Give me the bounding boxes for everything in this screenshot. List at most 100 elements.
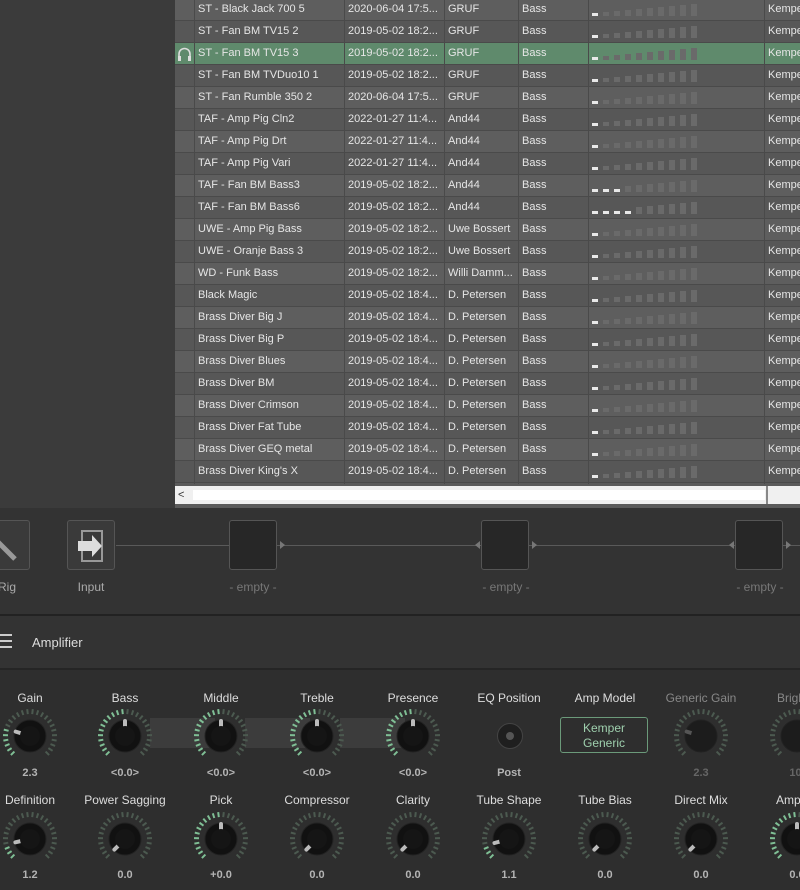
eq-position-toggle[interactable] [497,723,523,749]
table-row[interactable]: TAF - Fan BM Bass3 2019-05-02 18:2... And4… [175,175,800,197]
rating-cell[interactable] [588,109,764,130]
rating-cell[interactable] [588,21,764,42]
rig-browser-table[interactable]: ST - Black Jack 700 5 2020-06-04 17:5... G… [175,0,800,508]
rating-cell[interactable] [588,285,764,306]
preview-cell[interactable] [175,439,194,460]
preview-cell[interactable] [175,109,194,130]
rating-bars[interactable] [592,201,712,214]
rating-cell[interactable] [588,263,764,284]
table-row[interactable]: Brass Diver Big P 2019-05-02 18:4... D. Pe… [175,329,800,351]
preview-cell[interactable] [175,461,194,482]
preview-cell[interactable] [175,43,194,64]
table-row[interactable]: UWE - Amp Pig Bass 2019-05-02 18:2... Uwe … [175,219,800,241]
table-row-selected[interactable]: ST - Fan BM TV15 3 2019-05-02 18:2... GRUF… [175,43,800,65]
rating-bars[interactable] [592,443,712,456]
rating-cell[interactable] [588,0,764,20]
rating-cell[interactable] [588,417,764,438]
headphones-icon[interactable] [175,43,194,64]
rating-bars[interactable] [592,3,712,16]
rating-cell[interactable] [588,351,764,372]
table-row[interactable]: Brass Diver Fat Tube 2019-05-02 18:4... D.… [175,417,800,439]
knob-treble[interactable] [289,708,345,764]
knob-presence[interactable] [385,708,441,764]
scroll-left-icon[interactable]: < [178,488,190,502]
rating-bars[interactable] [592,179,712,192]
rating-cell[interactable] [588,461,764,482]
rating-bars[interactable] [592,47,712,60]
rating-bars[interactable] [592,333,712,346]
table-row[interactable]: Brass Diver BM 2019-05-02 18:4... D. Peter… [175,373,800,395]
preview-cell[interactable] [175,175,194,196]
knob-pick[interactable] [193,811,249,867]
preview-cell[interactable] [175,131,194,152]
rating-bars[interactable] [592,223,712,236]
table-row[interactable]: ST - Fan Rumble 350 2 2020-06-04 17:5... G… [175,87,800,109]
rating-bars[interactable] [592,421,712,434]
menu-icon[interactable] [0,634,12,652]
table-row[interactable]: TAF - Amp Pig Cln2 2022-01-27 11:4... And4… [175,109,800,131]
table-row[interactable]: Black Magic 2019-05-02 18:4... D. Petersen… [175,285,800,307]
rating-cell[interactable] [588,43,764,64]
table-row[interactable]: Brass Diver GEQ metal 2019-05-02 18:4... D… [175,439,800,461]
rating-bars[interactable] [592,245,712,258]
knob-power-sagging[interactable] [97,811,153,867]
knob-brightc[interactable] [769,708,800,764]
knob-middle[interactable] [193,708,249,764]
table-row[interactable]: Brass Diver Blues 2019-05-02 18:4... D. Pe… [175,351,800,373]
rating-cell[interactable] [588,373,764,394]
preview-cell[interactable] [175,285,194,306]
rating-cell[interactable] [588,219,764,240]
knob-amp-vo[interactable] [769,811,800,867]
rig-slot[interactable] [0,520,30,570]
rating-bars[interactable] [592,377,712,390]
table-row[interactable]: ST - Fan BM TV15 2 2019-05-02 18:2... GRUF… [175,21,800,43]
rating-bars[interactable] [592,91,712,104]
table-row[interactable]: Brass Diver Big J 2019-05-02 18:4... D. Pe… [175,307,800,329]
rating-bars[interactable] [592,113,712,126]
empty-slot-3[interactable] [735,520,783,570]
preview-cell[interactable] [175,417,194,438]
preview-cell[interactable] [175,87,194,108]
preview-cell[interactable] [175,329,194,350]
preview-cell[interactable] [175,21,194,42]
scrollbar-thumb[interactable] [193,490,765,500]
table-row[interactable]: TAF - Amp Pig Vari 2022-01-27 11:4... And4… [175,153,800,175]
amp-model-button[interactable]: Kemper Generic [560,717,648,753]
rating-bars[interactable] [592,355,712,368]
rating-cell[interactable] [588,307,764,328]
empty-slot-1[interactable] [229,520,277,570]
rating-cell[interactable] [588,65,764,86]
rating-bars[interactable] [592,267,712,280]
preview-cell[interactable] [175,153,194,174]
rating-bars[interactable] [592,289,712,302]
rating-cell[interactable] [588,329,764,350]
preview-cell[interactable] [175,219,194,240]
rating-cell[interactable] [588,395,764,416]
rating-cell[interactable] [588,87,764,108]
knob-definition[interactable] [2,811,58,867]
table-row[interactable]: ST - Black Jack 700 5 2020-06-04 17:5... G… [175,0,800,21]
knob-gain[interactable] [2,708,58,764]
table-row[interactable]: Brass Diver King's X 2019-05-02 18:4... D.… [175,461,800,483]
preview-cell[interactable] [175,263,194,284]
rating-bars[interactable] [592,157,712,170]
table-row[interactable]: Brass Diver Crimson 2019-05-02 18:4... D. … [175,395,800,417]
knob-compressor[interactable] [289,811,345,867]
preview-cell[interactable] [175,65,194,86]
preview-cell[interactable] [175,307,194,328]
rating-bars[interactable] [592,135,712,148]
empty-slot-2[interactable] [481,520,529,570]
rating-cell[interactable] [588,153,764,174]
preview-cell[interactable] [175,241,194,262]
preview-cell[interactable] [175,197,194,218]
table-row[interactable]: TAF - Fan BM Bass6 2019-05-02 18:2... And4… [175,197,800,219]
input-slot[interactable] [67,520,115,570]
rating-cell[interactable] [588,439,764,460]
rating-bars[interactable] [592,399,712,412]
knob-tube-bias[interactable] [577,811,633,867]
rating-bars[interactable] [592,465,712,478]
preview-cell[interactable] [175,351,194,372]
table-row[interactable]: TAF - Amp Pig Drt 2022-01-27 11:4... And44… [175,131,800,153]
horizontal-scrollbar[interactable]: < [175,486,800,504]
preview-cell[interactable] [175,395,194,416]
